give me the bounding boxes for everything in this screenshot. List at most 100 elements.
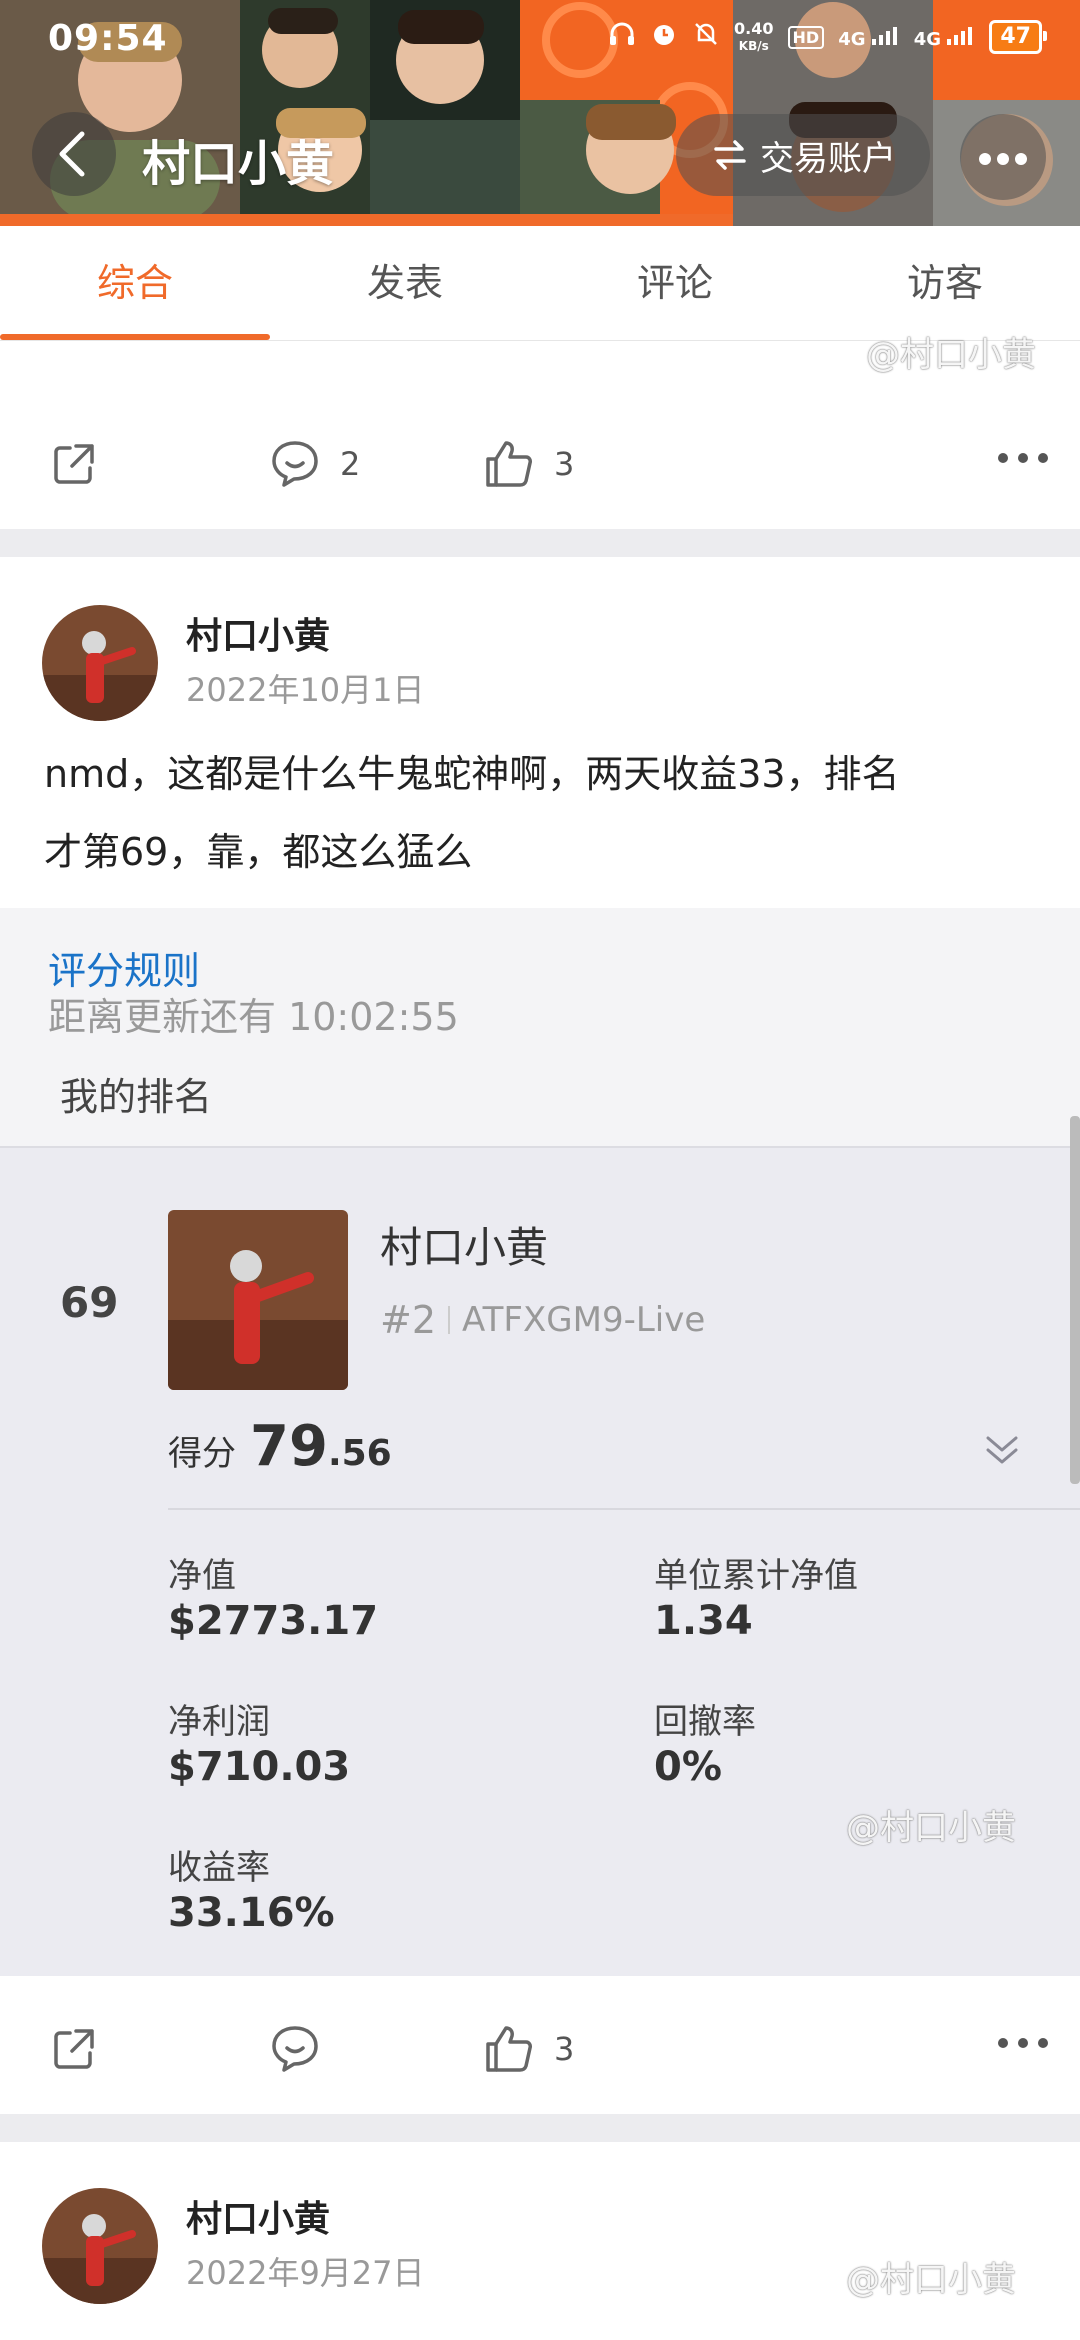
net-profit-label: 净利润	[168, 1702, 270, 1742]
back-arrow-icon	[59, 131, 85, 177]
battery-level: 47	[1000, 24, 1031, 49]
dot	[1018, 453, 1028, 463]
dot	[979, 153, 991, 165]
like-button[interactable]: 3	[482, 399, 574, 529]
share-button[interactable]	[48, 1984, 100, 2114]
post-more-button[interactable]	[998, 453, 1048, 463]
score: 得分 79.56	[168, 1414, 392, 1479]
my-rank-heading: 我的排名	[60, 1075, 213, 1119]
post-text: nmd，这都是什么牛鬼蛇神啊，两天收益33，排名 才第69，靠，都这么猛么	[44, 735, 1044, 891]
post-actions: 3	[0, 1984, 1080, 2114]
like-button[interactable]: 3	[482, 1984, 574, 2114]
previous-post-tail: @村口小黄	[0, 335, 1080, 399]
separator	[448, 1306, 451, 1334]
sim2-label: 4G	[913, 28, 942, 50]
profile-header: 09:54 0.40 KB/s HD 4G 4G 47 村口小黄 交易账户	[0, 0, 1080, 226]
net-value-label: 净值	[168, 1556, 236, 1596]
return-label: 收益率	[168, 1848, 270, 1888]
dot	[1038, 2038, 1048, 2048]
post-text-line: 才第69，靠，都这么猛么	[44, 830, 473, 874]
dot	[998, 2038, 1008, 2048]
comment-button[interactable]	[268, 1984, 322, 2114]
signal-icon-sim2: 4G	[914, 25, 976, 50]
watermark: @村口小黄	[846, 1808, 1016, 1848]
status-time: 09:54	[48, 18, 168, 59]
previous-post-actions: 2 3	[0, 399, 1080, 529]
score-integer: 79	[250, 1414, 328, 1479]
watermark: @村口小黄	[866, 335, 1036, 375]
update-countdown: 距离更新还有 10:02:55	[48, 995, 459, 1039]
post-author[interactable]: 村口小黄	[186, 607, 330, 659]
dot	[1018, 2038, 1028, 2048]
dot	[1038, 453, 1048, 463]
signal-icon-sim1: 4G	[838, 25, 900, 50]
return-rate: 33.16%	[168, 1890, 335, 1936]
unit-nav-label: 单位累计净值	[654, 1556, 858, 1596]
net-profit: $710.03	[168, 1744, 351, 1790]
score-label: 得分	[168, 1434, 236, 1474]
drawdown: 0%	[654, 1744, 722, 1790]
score-decimal: .56	[327, 1433, 392, 1474]
avatar[interactable]	[42, 2188, 158, 2304]
thumbs-up-icon	[486, 441, 532, 487]
status-bar: 09:54 0.40 KB/s HD 4G 4G 47	[0, 0, 1080, 80]
account-number: #2	[380, 1298, 437, 1342]
comment-button[interactable]: 2	[268, 399, 360, 529]
post-author[interactable]: 村口小黄	[186, 2190, 330, 2242]
share-button[interactable]	[48, 399, 100, 529]
share-icon	[54, 2029, 94, 2069]
post-date: 2022年10月1日	[186, 671, 425, 709]
rank-account: #2 ATFXGM9-Live	[380, 1298, 705, 1342]
network-speed: 0.40 KB/s	[734, 18, 774, 54]
scrollbar[interactable]	[1070, 1116, 1080, 1484]
ranking-panel: 评分规则 距离更新还有 10:02:55 我的排名 69 村口小黄 #2 ATF…	[0, 908, 1080, 1976]
tab-visitors[interactable]: 访客	[810, 226, 1080, 340]
page-title: 村口小黄	[142, 136, 335, 192]
comment-count: 2	[340, 445, 361, 483]
tab-posts[interactable]: 发表	[270, 226, 540, 340]
sim1-label: 4G	[838, 28, 866, 50]
double-chevron-down-icon	[986, 1436, 1018, 1464]
battery-icon: 47	[989, 20, 1047, 54]
rank-avatar-image	[168, 1210, 348, 1390]
tab-overview[interactable]: 综合	[0, 226, 270, 340]
tab-active-indicator	[0, 334, 270, 340]
tab-bar: 综合 发表 评论 访客	[0, 226, 1080, 341]
post-date: 2022年9月27日	[186, 2254, 425, 2292]
dot	[997, 153, 1009, 165]
account-name: ATFXGM9-Live	[462, 1300, 706, 1340]
like-count: 3	[554, 445, 575, 483]
expand-button[interactable]	[982, 1430, 1022, 1474]
mute-icon	[692, 20, 720, 54]
rank-user-name: 村口小黄	[380, 1223, 549, 1272]
status-icons: 0.40 KB/s HD 4G 4G 47	[608, 18, 1047, 54]
divider	[168, 1508, 1080, 1510]
back-button[interactable]	[32, 112, 116, 196]
switch-icon	[714, 140, 746, 170]
header-accent-strip	[0, 214, 733, 226]
comment-icon	[272, 441, 318, 487]
rank-avatar	[168, 1210, 348, 1390]
thumbs-up-icon	[486, 2026, 532, 2072]
rank-entry[interactable]: 69 村口小黄 #2 ATFXGM9-Live 得分 79.56 净值 $2773…	[0, 1146, 1080, 1976]
dot	[998, 453, 1008, 463]
comment-icon	[272, 2026, 318, 2072]
headphones-icon	[608, 20, 636, 54]
avatar[interactable]	[42, 605, 158, 721]
drawdown-label: 回撤率	[654, 1702, 756, 1742]
tab-comments[interactable]: 评论	[540, 226, 810, 340]
unit-nav: 1.34	[654, 1598, 753, 1644]
trading-account-button[interactable]: 交易账户	[676, 114, 930, 196]
hd-icon: HD	[787, 25, 825, 49]
alarm-icon	[650, 20, 678, 54]
like-count: 3	[554, 2030, 575, 2068]
network-speed-unit: KB/s	[738, 38, 769, 53]
network-speed-value: 0.40	[734, 18, 774, 38]
avatar-image	[42, 2188, 158, 2304]
post-more-button[interactable]	[998, 2038, 1048, 2048]
more-options-button[interactable]	[960, 114, 1046, 200]
post-text-line: nmd，这都是什么牛鬼蛇神啊，两天收益33，排名	[44, 752, 900, 796]
trading-account-label: 交易账户	[760, 138, 896, 179]
share-icon	[54, 444, 94, 484]
net-value: $2773.17	[168, 1598, 379, 1644]
